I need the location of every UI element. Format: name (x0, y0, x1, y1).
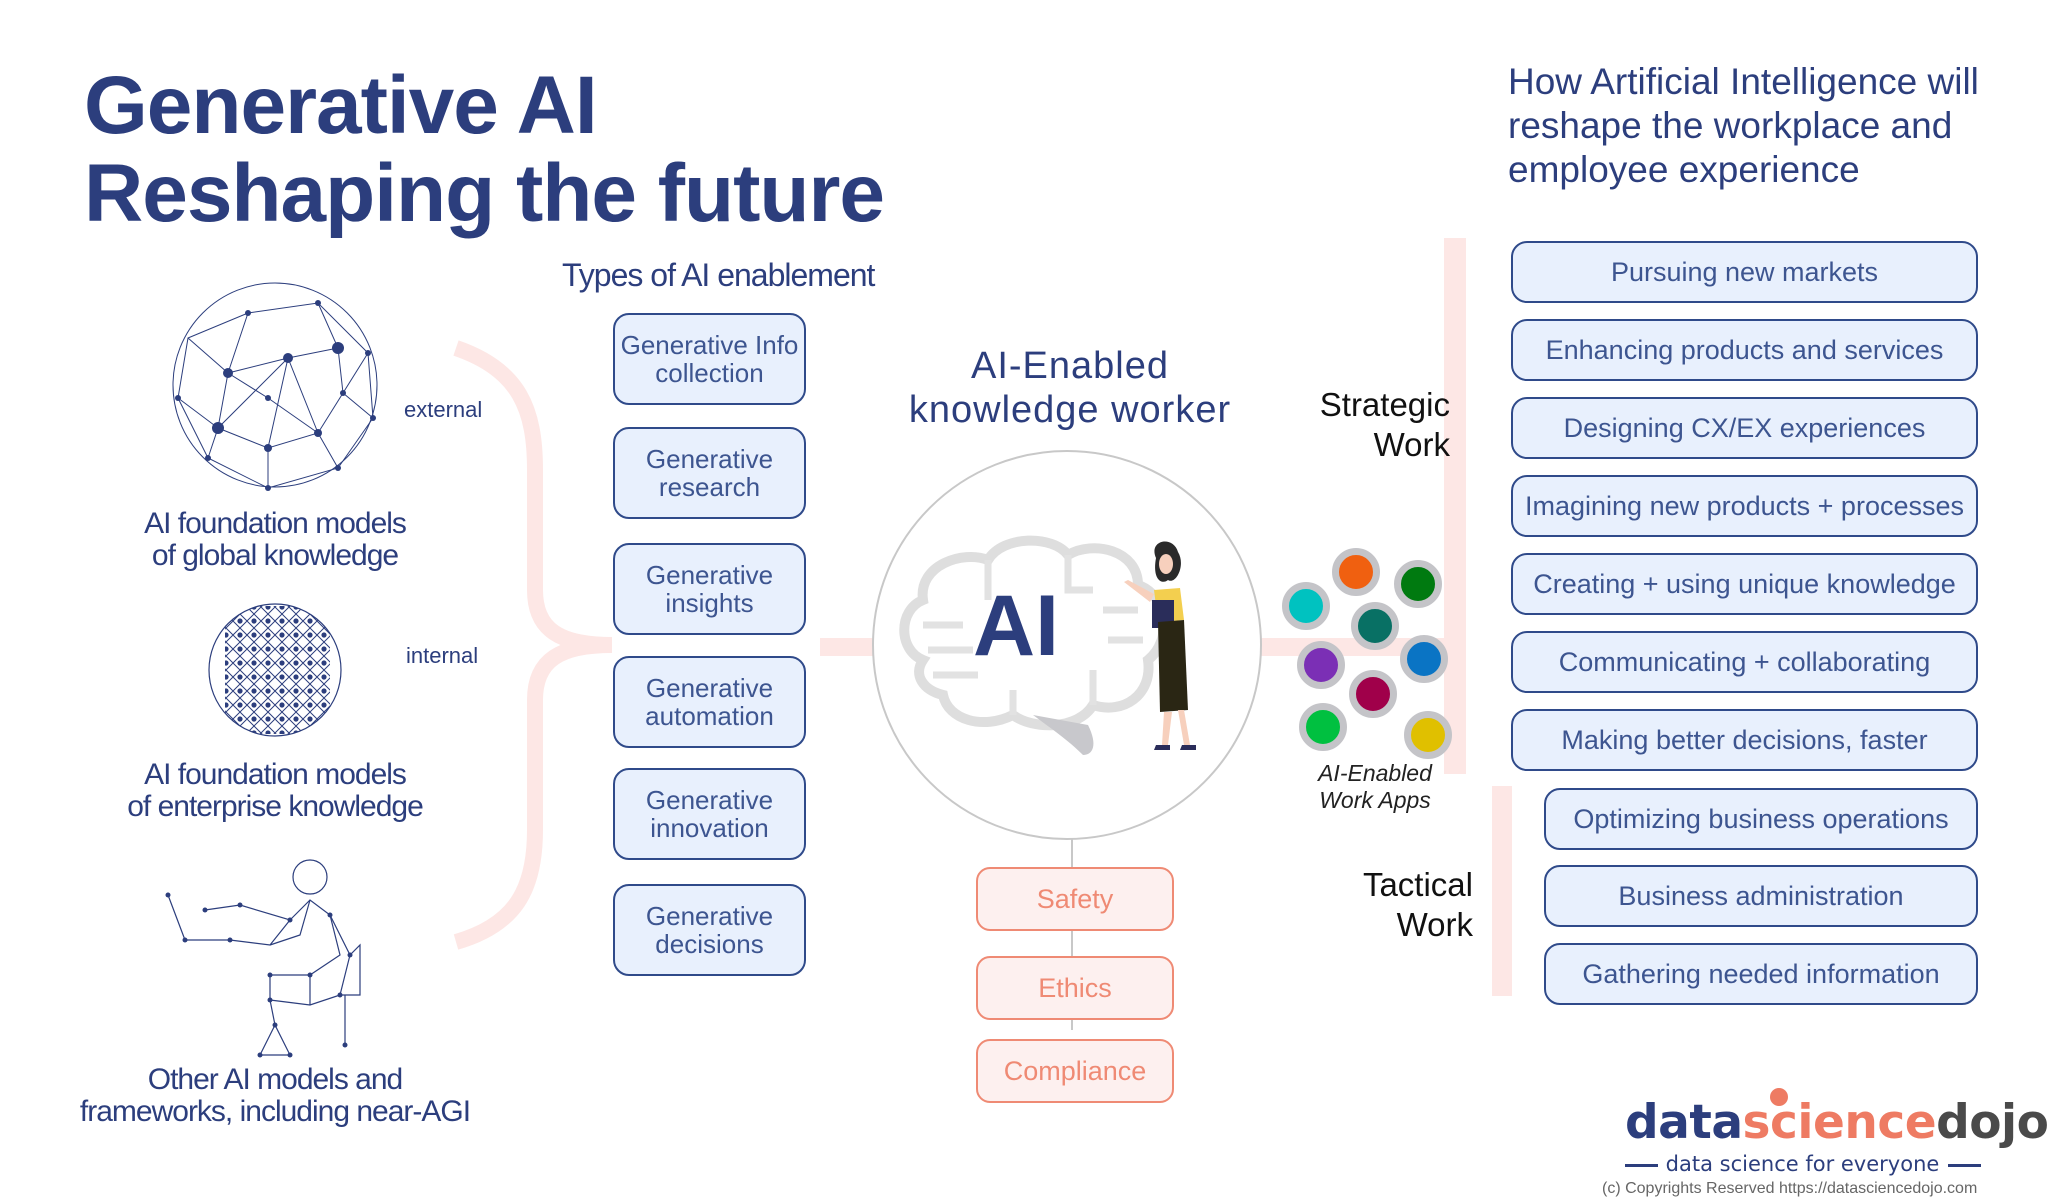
enablement-line-2: insights (665, 588, 754, 618)
enterprise-models-label-line-2: of enterprise knowledge (127, 790, 424, 823)
app-dot (1297, 641, 1345, 689)
other-models-label-line-1: Other AI models and (147, 1063, 404, 1096)
bracket-connector (453, 340, 613, 950)
enablement-line-2: innovation (650, 813, 769, 843)
enablement-line-1: Generative (645, 901, 774, 931)
enablement-line-1: Generative (645, 785, 774, 815)
logo-part-dojo: dojo (1936, 1095, 2048, 1150)
logo-torii-dot-icon (1770, 1088, 1788, 1106)
enablement-line-2: automation (645, 701, 774, 731)
app-dot (1400, 635, 1448, 683)
app-dot (1394, 560, 1442, 608)
app-dot (1349, 670, 1397, 718)
enablement-line-2: collection (655, 358, 764, 388)
enterprise-models-label: AI foundation models of enterprise knowl… (75, 759, 475, 823)
wireframe-human-laptop-icon (165, 859, 361, 1058)
worker-title-line-2: knowledge worker (908, 389, 1232, 431)
strategic-item[interactable]: Pursuing new markets (1511, 241, 1978, 303)
logo-tagline: data science for everyone (1665, 1152, 1940, 1176)
mesh-globe-icon (208, 603, 342, 737)
tactical-bracket-bar (1492, 786, 1512, 996)
enablement-box[interactable]: Generative automation (613, 656, 806, 748)
app-dot (1299, 703, 1347, 751)
strategic-work-label: Strategic Work (1250, 385, 1450, 465)
strategic-item[interactable]: Making better decisions, faster (1511, 709, 1978, 771)
global-models-label: AI foundation models of global knowledge (75, 508, 475, 572)
tactical-label-line-2: Work (1396, 906, 1473, 943)
enablement-line-1: Generative Info (620, 330, 799, 360)
strategic-item[interactable]: Creating + using unique knowledge (1511, 553, 1978, 615)
other-models-label-line-2: frameworks, including near-AGI (79, 1095, 471, 1128)
global-models-label-line-1: AI foundation models (144, 507, 407, 540)
strategic-item[interactable]: Enhancing products and services (1511, 319, 1978, 381)
enablement-box[interactable]: Generative decisions (613, 884, 806, 976)
work-apps-label: AI-Enabled Work Apps (1300, 760, 1450, 814)
enablement-box[interactable]: Generative innovation (613, 768, 806, 860)
enablement-line-2: research (658, 472, 761, 502)
internal-label: internal (406, 643, 479, 668)
other-models-label: Other AI models and frameworks, includin… (75, 1064, 475, 1128)
strategic-label-line-2: Work (1373, 426, 1450, 463)
enablement-heading: Types of AI enablement (562, 257, 875, 293)
compliance-box[interactable]: Compliance (976, 1039, 1174, 1103)
enablement-line-1: Generative (645, 673, 774, 703)
woman-presenter-icon (1124, 541, 1196, 750)
app-dot (1282, 582, 1330, 630)
strategic-bracket-bar (1444, 238, 1466, 774)
enablement-line-1: Generative (645, 560, 774, 590)
enterprise-models-label-line-1: AI foundation models (144, 758, 407, 791)
enablement-line-1: Generative (645, 444, 774, 474)
strategic-item[interactable]: Communicating + collaborating (1511, 631, 1978, 693)
datasciencedojo-logo: datasciencedojo (1625, 1095, 2048, 1150)
strategic-item[interactable]: Designing CX/EX experiences (1511, 397, 1978, 459)
app-dot (1404, 711, 1452, 759)
tactical-item[interactable]: Optimizing business operations (1544, 788, 1978, 850)
tactical-work-label: Tactical Work (1273, 865, 1473, 945)
logo-part-data: data (1625, 1095, 1743, 1150)
strategic-label-line-1: Strategic (1319, 386, 1450, 423)
work-apps-label-line-2: Work Apps (1319, 787, 1431, 813)
brain-ai-text: AI (973, 578, 1059, 674)
tactical-item[interactable]: Business administration (1544, 865, 1978, 927)
external-label: external (404, 397, 483, 422)
enablement-box[interactable]: Generative Info collection (613, 313, 806, 405)
enablement-box[interactable]: Generative insights (613, 543, 806, 635)
global-models-label-line-2: of global knowledge (151, 539, 399, 572)
copyright-text: (c) Copyrights Reserved https://datascie… (1602, 1180, 1978, 1197)
ethics-box[interactable]: Ethics (976, 956, 1174, 1020)
worker-title-line-1: AI-Enabled (970, 345, 1169, 387)
safety-box[interactable]: Safety (976, 867, 1174, 931)
tactical-label-line-1: Tactical (1362, 866, 1473, 903)
enablement-line-2: decisions (655, 929, 764, 959)
app-dot (1351, 602, 1399, 650)
app-dot (1332, 548, 1380, 596)
network-globe-icon (172, 282, 378, 491)
enablement-box[interactable]: Generative research (613, 427, 806, 519)
work-apps-label-line-1: AI-Enabled (1318, 760, 1432, 786)
tactical-item[interactable]: Gathering needed information (1544, 943, 1978, 1005)
worker-title: AI-Enabled knowledge worker (880, 344, 1260, 432)
strategic-item[interactable]: Imagining new products + processes (1511, 475, 1978, 537)
